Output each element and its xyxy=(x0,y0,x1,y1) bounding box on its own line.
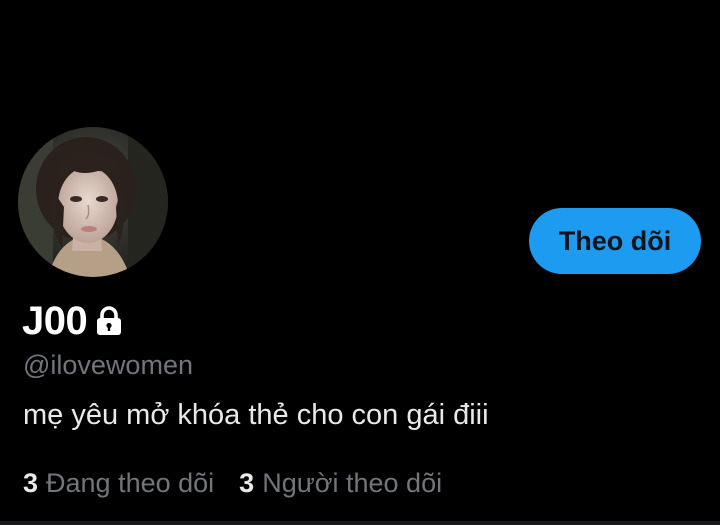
following-link[interactable]: 3 Đang theo dõi xyxy=(23,466,214,500)
avatar-photo xyxy=(18,127,168,277)
profile-bio: mẹ yêu mở khóa thẻ cho con gái điii xyxy=(23,399,489,431)
profile-header: Theo dõi J00 @ilovewomen mẹ yêu mở khóa … xyxy=(0,0,720,525)
lock-icon xyxy=(93,304,125,338)
followers-link[interactable]: 3 Người theo dõi xyxy=(239,466,442,500)
followers-label: Người theo dõi xyxy=(262,468,443,498)
avatar[interactable] xyxy=(18,127,168,277)
follow-button[interactable]: Theo dõi xyxy=(529,208,701,274)
display-name: J00 xyxy=(22,299,88,343)
following-count: 3 xyxy=(23,468,39,498)
divider xyxy=(0,521,720,525)
follow-stats: 3 Đang theo dõi 3 Người theo dõi xyxy=(23,466,467,500)
name-row: J00 xyxy=(22,298,125,344)
followers-count: 3 xyxy=(239,468,255,498)
username-handle: @ilovewomen xyxy=(23,350,193,380)
following-label: Đang theo dõi xyxy=(46,468,215,498)
